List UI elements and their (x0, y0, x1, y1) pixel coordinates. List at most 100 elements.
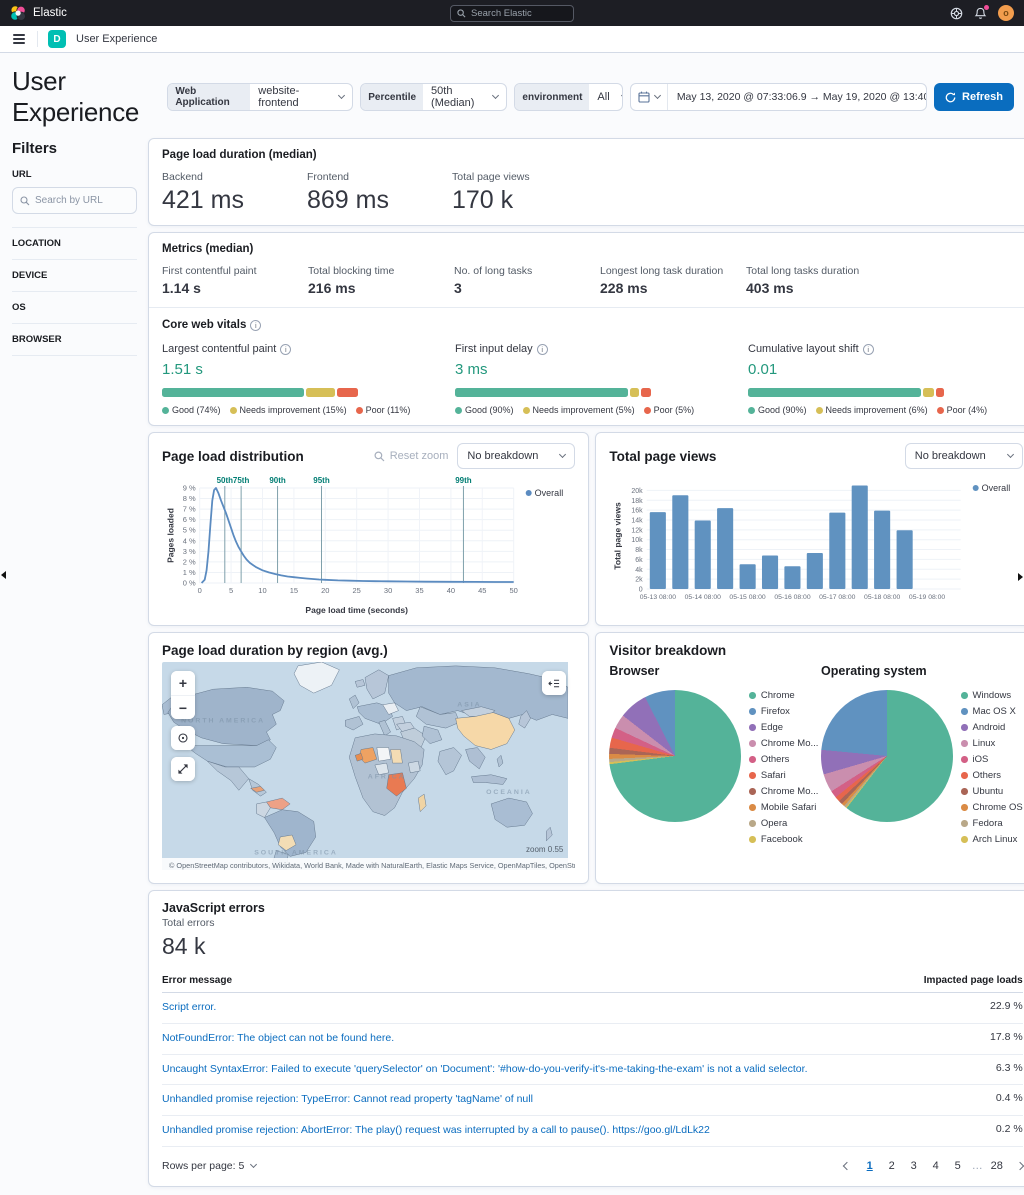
stat-item: Total long tasks duration 403 ms (746, 265, 891, 296)
collapse-arrow-left-icon[interactable] (1, 571, 6, 579)
map-initial-view-button[interactable] (171, 726, 195, 750)
page-number-2[interactable]: 2 (882, 1156, 902, 1176)
column-header-impacted-page-loads: Impacted page loads (908, 970, 1023, 993)
error-message-link[interactable]: NotFoundError: The object can not be fou… (162, 1023, 909, 1055)
chart-subtitle: Operating system (821, 664, 927, 678)
vital-legend-label: Needs improvement (15%) (239, 405, 347, 415)
page-number-28[interactable]: 28 (987, 1156, 1007, 1176)
legend-item-edge[interactable]: Edge (749, 722, 818, 733)
legend-item-chrome-mo-[interactable]: Chrome Mo... (749, 738, 818, 749)
stat-label: Total blocking time (308, 265, 395, 277)
legend-dot (961, 740, 968, 747)
legend-item-windows[interactable]: Windows (961, 690, 1023, 701)
chevron-left-icon (842, 1161, 851, 1170)
world-map-canvas[interactable]: NORTH AMERICASOUTH AMERICAAFRICAASIAOCEA… (162, 662, 569, 871)
vital-label: Cumulative layout shift i (748, 343, 944, 355)
legend-item-ubuntu[interactable]: Ubuntu (961, 786, 1023, 797)
collapse-arrow-right-icon[interactable] (1018, 573, 1023, 581)
svg-text:50th: 50th (217, 476, 234, 485)
map-legend-toggle-button[interactable] (542, 671, 567, 695)
help-icon[interactable] (950, 7, 963, 20)
filter-section-browser[interactable]: BROWSER (12, 323, 137, 355)
user-avatar[interactable]: o (998, 5, 1014, 21)
error-message-link[interactable]: Script error. (162, 992, 909, 1024)
legend-item-safari[interactable]: Safari (749, 770, 818, 781)
legend-item-chrome[interactable]: Chrome (749, 690, 818, 701)
legend-label: Firefox (760, 706, 790, 717)
legend-item-others[interactable]: Others (961, 770, 1023, 781)
filter-section-os[interactable]: OS (12, 291, 137, 323)
world-map[interactable]: NORTH AMERICA SOUTH AMERICA AFRICA ASIA OCEA… (162, 662, 576, 873)
map-fit-data-button[interactable] (171, 757, 195, 781)
app-badge[interactable]: D (48, 30, 66, 48)
legend-item-chrome-os[interactable]: Chrome OS (961, 802, 1023, 813)
page-load-distribution-chart[interactable]: 0 % 1 % 2 %3 % 4 %5 % 6 %7 % 8 %9 % 0 5 10 15 20 25… (162, 473, 575, 615)
filter-section-device[interactable]: DEVICE (12, 259, 137, 291)
elastic-logo-icon[interactable] (10, 5, 26, 21)
percentile-select[interactable]: Percentile 50th (Median) (360, 83, 508, 111)
legend-item-facebook[interactable]: Facebook (749, 834, 818, 845)
legend-item-chrome-mo-[interactable]: Chrome Mo... (749, 786, 818, 797)
legend-item-ios[interactable]: iOS (961, 754, 1023, 765)
vital-legend-label: Poor (5%) (653, 405, 695, 415)
vital-legend-item: Needs improvement (5%) (522, 405, 635, 415)
page-number-1[interactable]: 1 (860, 1156, 880, 1176)
legend-item-linux[interactable]: Linux (961, 738, 1023, 749)
legend-item-mobile-safari[interactable]: Mobile Safari (749, 802, 818, 813)
divider (37, 31, 38, 47)
map-zoom-out-button[interactable]: − (171, 695, 195, 719)
notifications-bell-icon[interactable] (974, 4, 989, 20)
legend-item-arch-linux[interactable]: Arch Linux (961, 834, 1023, 845)
os-pie-chart[interactable] (821, 690, 954, 822)
legend-item-android[interactable]: Android (961, 722, 1023, 733)
filter-section-location[interactable]: LOCATION (12, 227, 137, 259)
total-page-views-chart[interactable]: 0 2k 4k 6k 8k 10k 12k 14k 16k 18k 20k 05-13 08:00 05… (609, 473, 1022, 615)
info-icon[interactable]: i (250, 319, 262, 331)
legend-label: iOS (972, 754, 989, 765)
legend-dot (749, 772, 756, 779)
vital-bar-segment (922, 388, 935, 397)
total-page-views-panel: Total page views No breakdown 0 2k 4k 6k 8k 1… (595, 432, 1024, 626)
page-number-3[interactable]: 3 (904, 1156, 924, 1176)
error-message-link[interactable]: Unhandled promise rejection: AbortError:… (162, 1115, 909, 1147)
date-range-picker[interactable]: May 13, 2020 @ 07:33:06.9 → May 19, 2020… (629, 83, 928, 111)
page-number-5[interactable]: 5 (948, 1156, 968, 1176)
page-number-4[interactable]: 4 (926, 1156, 946, 1176)
legend-item-fedora[interactable]: Fedora (961, 818, 1023, 829)
date-range-value[interactable]: May 13, 2020 @ 07:33:06.9 → May 19, 2020… (668, 84, 926, 110)
svg-text:20k: 20k (632, 488, 644, 495)
rows-per-page-button[interactable]: Rows per page: 5 (162, 1160, 258, 1172)
refresh-button[interactable]: Refresh (934, 83, 1014, 111)
legend-item-mac-os-x[interactable]: Mac OS X (961, 706, 1023, 717)
calendar-icon (638, 91, 650, 103)
browser-pie-legend: Chrome Firefox Edge Chrome Mo... Others Safar… (749, 690, 818, 850)
error-message-link[interactable]: Unhandled promise rejection: TypeError: … (162, 1084, 909, 1116)
vital-bar-segment (748, 388, 921, 397)
info-icon[interactable]: i (536, 343, 548, 355)
previous-page-button[interactable] (842, 1160, 858, 1172)
url-search-input[interactable]: Search by URL (12, 187, 137, 214)
percentile-value: 50th (Median) (431, 85, 475, 109)
map-zoom-in-button[interactable]: + (171, 671, 195, 695)
error-message-link[interactable]: Uncaught SyntaxError: Failed to execute … (162, 1054, 909, 1086)
stat-label: Total page views (452, 171, 530, 183)
breakdown-select[interactable]: No breakdown (457, 443, 576, 469)
web-application-select[interactable]: Web Application website-frontend (167, 83, 354, 111)
next-page-button[interactable] (1009, 1160, 1024, 1172)
legend-dot (961, 708, 968, 715)
info-icon[interactable]: i (280, 343, 292, 355)
environment-select[interactable]: environment All (514, 83, 623, 111)
breakdown-select[interactable]: No breakdown (904, 443, 1023, 469)
reset-zoom-button[interactable]: Reset zoom (374, 450, 448, 462)
breadcrumb[interactable]: User Experience (76, 33, 157, 45)
info-icon[interactable]: i (862, 343, 874, 355)
expand-arrows-icon (178, 764, 188, 774)
legend-item-firefox[interactable]: Firefox (749, 706, 818, 717)
menu-hamburger-icon[interactable] (11, 32, 27, 46)
browser-pie-chart[interactable] (609, 690, 742, 822)
legend-item-opera[interactable]: Opera (749, 818, 818, 829)
error-table-row: Uncaught SyntaxError: Failed to execute … (162, 1054, 1023, 1086)
vital-legend-label: Poor (11%) (365, 405, 411, 415)
global-search-input[interactable]: Search Elastic (450, 4, 574, 22)
legend-item-others[interactable]: Others (749, 754, 818, 765)
